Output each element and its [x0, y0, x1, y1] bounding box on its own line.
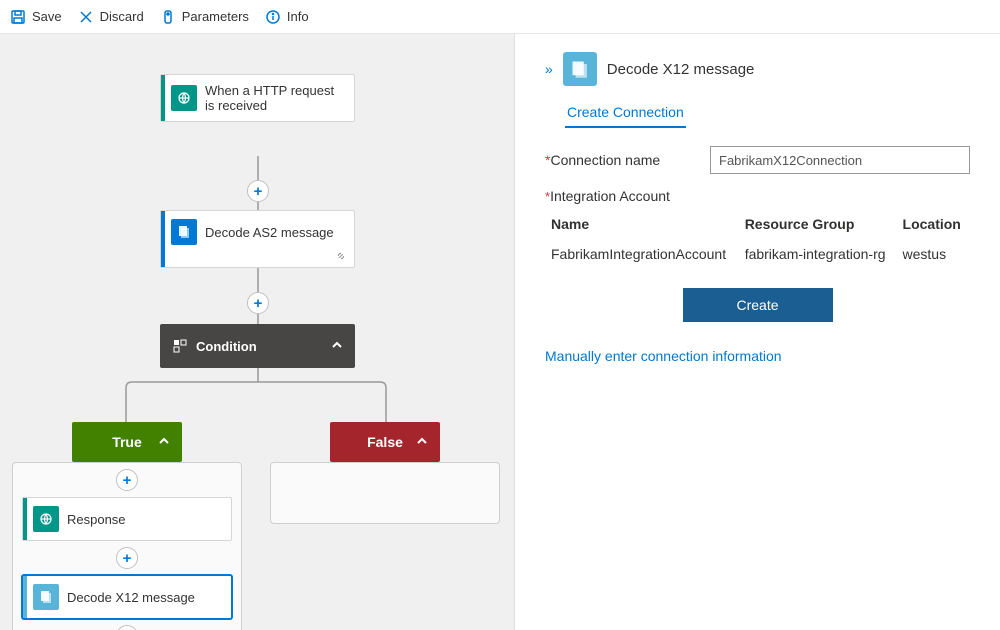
connection-name-label: Connection name [550, 152, 660, 168]
discard-label: Discard [100, 9, 144, 24]
info-icon [265, 9, 281, 25]
workflow-canvas: When a HTTP request is received + Decode… [0, 34, 515, 630]
true-label: True [112, 434, 142, 450]
parameters-label: Parameters [182, 9, 249, 24]
add-step-button[interactable]: + [116, 625, 138, 630]
parameters-icon [160, 9, 176, 25]
integration-account-table: Name Resource Group Location FabrikamInt… [545, 208, 970, 270]
config-panel: » Decode X12 message Create Connection *… [515, 34, 1000, 630]
true-branch-container: + Response + [12, 462, 242, 630]
node-decode-as2[interactable]: Decode AS2 message [160, 210, 355, 268]
manual-connection-link[interactable]: Manually enter connection information [545, 348, 970, 364]
tab-create-connection[interactable]: Create Connection [565, 98, 686, 128]
create-button[interactable]: Create [683, 288, 833, 322]
save-icon [10, 9, 26, 25]
col-location: Location [899, 210, 968, 238]
false-branch-container [270, 462, 500, 524]
node-label: When a HTTP request is received [205, 83, 346, 113]
condition-label: Condition [196, 339, 257, 354]
node-http-trigger[interactable]: When a HTTP request is received [160, 74, 355, 122]
collapse-panel-button[interactable]: » [545, 61, 553, 77]
http-icon [33, 506, 59, 532]
info-label: Info [287, 9, 309, 24]
chevron-up-icon [158, 434, 170, 450]
main-split: When a HTTP request is received + Decode… [0, 34, 1000, 630]
false-label: False [367, 434, 403, 450]
add-step-button[interactable]: + [116, 469, 138, 491]
col-name: Name [547, 210, 739, 238]
toolbar: Save Discard Parameters Info [0, 0, 1000, 34]
discard-button[interactable]: Discard [78, 9, 144, 25]
document-icon [171, 219, 197, 245]
close-icon [78, 9, 94, 25]
table-row[interactable]: FabrikamIntegrationAccount fabrikam-inte… [547, 240, 968, 268]
node-condition[interactable]: Condition [160, 324, 355, 368]
save-button[interactable]: Save [10, 9, 62, 25]
integration-account-label: Integration Account [550, 188, 670, 204]
connection-name-row: *Connection name [545, 146, 970, 174]
node-label: Decode AS2 message [205, 225, 334, 240]
true-header[interactable]: True [72, 422, 182, 462]
document-icon [33, 584, 59, 610]
chevron-up-icon [416, 434, 428, 450]
add-step-button[interactable]: + [247, 180, 269, 202]
node-label: Response [67, 512, 126, 527]
true-branch: True + Response + [12, 422, 242, 630]
info-button[interactable]: Info [265, 9, 309, 25]
col-resource-group: Resource Group [741, 210, 897, 238]
http-icon [171, 85, 197, 111]
x12-icon [563, 52, 597, 86]
parameters-button[interactable]: Parameters [160, 9, 249, 25]
condition-icon [172, 338, 188, 354]
false-header[interactable]: False [330, 422, 440, 462]
add-step-button[interactable]: + [116, 547, 138, 569]
connection-name-input[interactable] [710, 146, 970, 174]
link-icon [334, 249, 348, 263]
chevron-up-icon [331, 339, 343, 354]
false-branch: False [270, 422, 500, 524]
panel-title: Decode X12 message [607, 61, 755, 78]
add-step-button[interactable]: + [247, 292, 269, 314]
node-decode-x12[interactable]: Decode X12 message [22, 575, 232, 619]
save-label: Save [32, 9, 62, 24]
node-label: Decode X12 message [67, 590, 195, 605]
node-response[interactable]: Response [22, 497, 232, 541]
